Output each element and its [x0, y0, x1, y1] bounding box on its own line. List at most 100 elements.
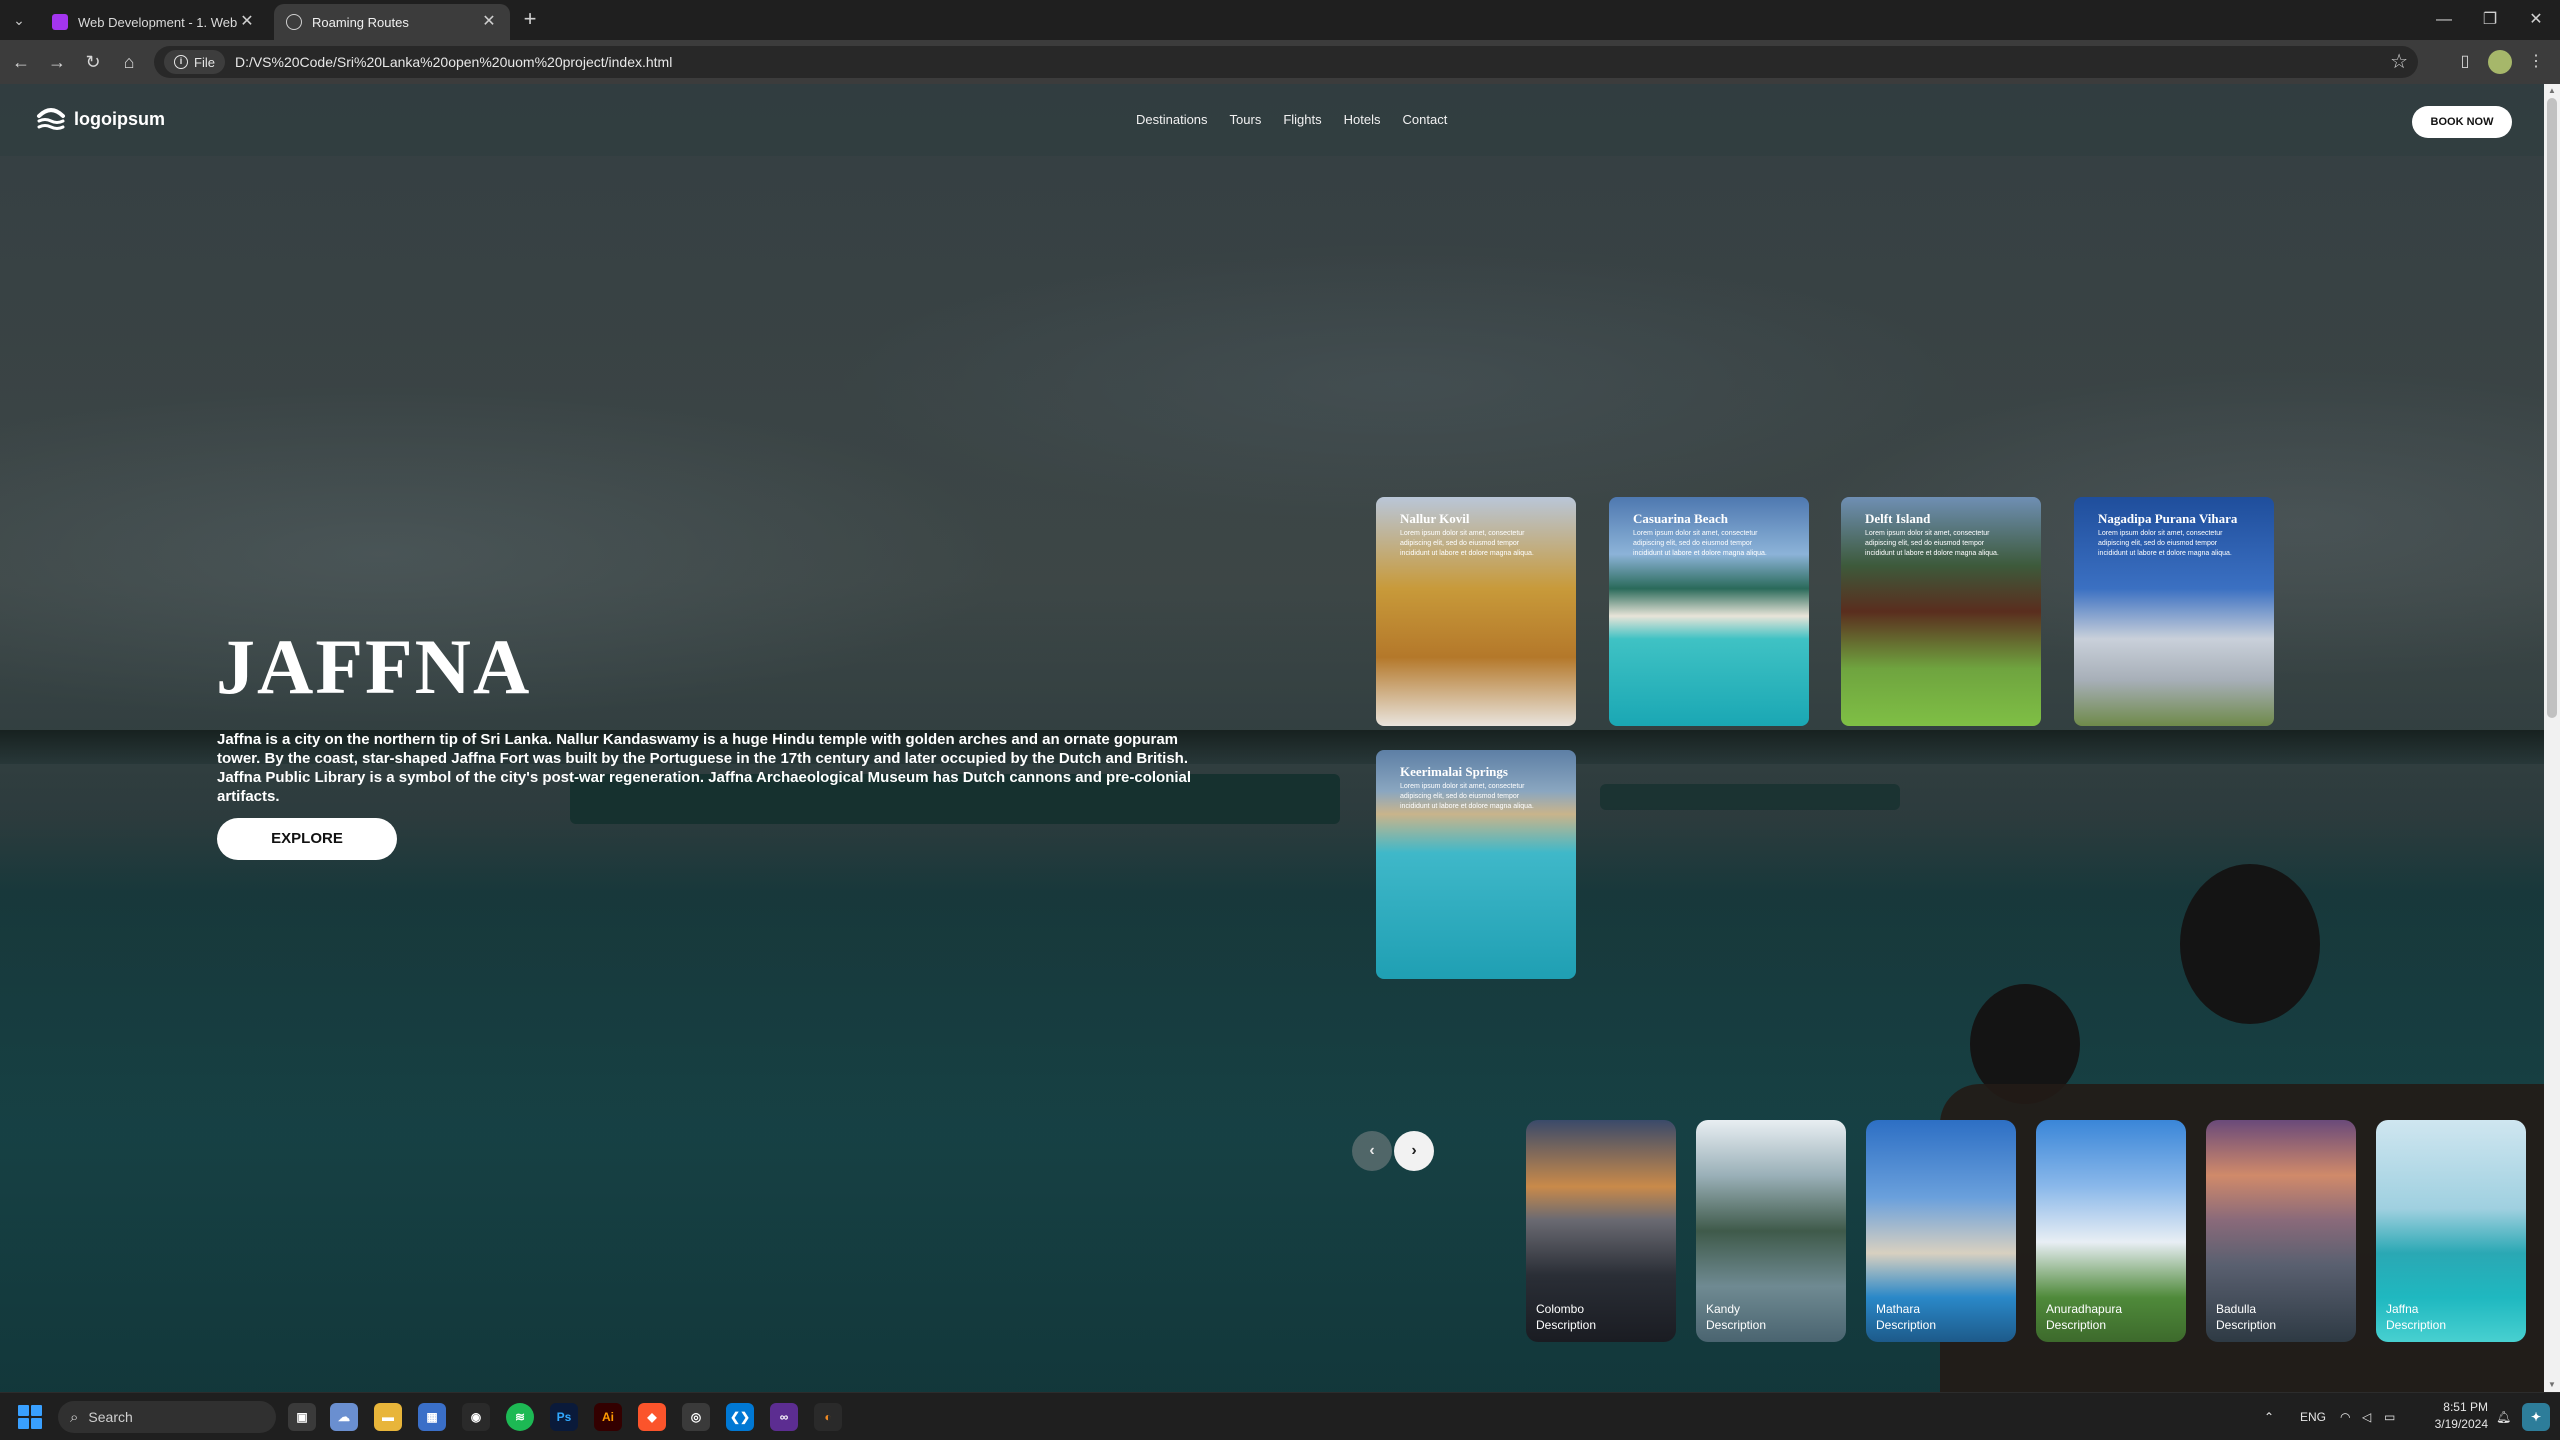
illustrator-icon[interactable]: Ai	[594, 1403, 622, 1431]
destination-card-mathara[interactable]: Mathara Description	[1866, 1120, 2016, 1342]
task-view-icon[interactable]: ▣	[288, 1403, 316, 1431]
volume-icon[interactable]: ◁	[2362, 1407, 2371, 1427]
attraction-text: Lorem ipsum dolor sit amet, consectetur …	[1400, 530, 1534, 557]
destination-card-anuradhapura[interactable]: Anuradhapura Description	[2036, 1120, 2186, 1342]
hero-description: Jaffna is a city on the northern tip of …	[217, 731, 1192, 805]
destination-name: Jaffna	[2386, 1302, 2419, 1316]
microsoft-store-icon[interactable]: ▦	[418, 1403, 446, 1431]
attraction-card-delft-island[interactable]: Delft Island Lorem ipsum dolor sit amet,…	[1841, 497, 2041, 726]
url-text[interactable]: D:/VS%20Code/Sri%20Lanka%20open%20uom%20…	[235, 54, 672, 70]
destination-description: Description	[1706, 1318, 1767, 1332]
page-viewport: logoipsum Destinations Tours Flights Hot…	[0, 84, 2544, 1392]
tab-search-chevron-icon[interactable]: ⌄	[6, 8, 32, 32]
attraction-card-keerimalai-springs[interactable]: Keerimalai Springs Lorem ipsum dolor sit…	[1376, 750, 1576, 979]
explore-button[interactable]: EXPLORE	[217, 818, 397, 860]
taskbar-search[interactable]: ⌕ Search	[58, 1401, 276, 1433]
nav-link-tours[interactable]: Tours	[1230, 112, 1262, 127]
tab-label: Web Development - 1. Web De	[78, 14, 238, 30]
taskbar-search-placeholder: Search	[88, 1409, 133, 1425]
destination-description: Description	[2046, 1318, 2107, 1332]
address-bar[interactable]: i File D:/VS%20Code/Sri%20Lanka%20open%2…	[154, 46, 2418, 78]
info-icon: i	[174, 55, 188, 69]
site-info-chip[interactable]: i File	[164, 50, 225, 74]
browser-toolbar: ← → ↻ ⌂ i File D:/VS%20Code/Sri%20Lanka%…	[0, 40, 2560, 84]
spotify-icon[interactable]: ≋	[506, 1403, 534, 1431]
windows-start-icon[interactable]	[18, 1405, 42, 1429]
chrome-icon[interactable]: ◎	[682, 1403, 710, 1431]
vscode-icon[interactable]: ❮❯	[726, 1403, 754, 1431]
close-tab-icon[interactable]: ✕	[480, 13, 498, 31]
windows-taskbar: ⌕ Search ▣ ☁ ▬ ▦ ◉ ≋ Ps Ai ◆ ◎ ❮❯ ∞ ◐ ⌃ …	[0, 1392, 2560, 1440]
notification-bell-icon[interactable]: 🔔︎	[2496, 1407, 2511, 1427]
taskbar-clock[interactable]: 8:51 PM 3/19/2024	[2424, 1399, 2488, 1433]
attraction-text: Lorem ipsum dolor sit amet, consectetur …	[1865, 530, 1999, 557]
close-tab-icon[interactable]: ✕	[238, 13, 256, 31]
nav-link-contact[interactable]: Contact	[1403, 112, 1448, 127]
photoshop-icon[interactable]: Ps	[550, 1403, 578, 1431]
forward-icon[interactable]: →	[44, 49, 70, 75]
obs-icon[interactable]: ◉	[462, 1403, 490, 1431]
globe-favicon-icon	[286, 14, 302, 30]
side-panel-icon[interactable]: ▯	[2453, 50, 2477, 74]
person-silhouette-image	[2180, 864, 2320, 1024]
site-info-label: File	[194, 54, 215, 70]
destination-card-colombo[interactable]: Colombo Description	[1526, 1120, 1676, 1342]
attraction-title: Casuarina Beach	[1633, 511, 1728, 526]
widgets-icon[interactable]: ☁	[330, 1403, 358, 1431]
tab-roaming-routes[interactable]: Roaming Routes ✕	[274, 4, 510, 40]
reload-icon[interactable]: ↻	[80, 49, 106, 75]
attraction-title: Keerimalai Springs	[1400, 764, 1508, 779]
clock-date: 3/19/2024	[2434, 1417, 2488, 1431]
new-tab-button[interactable]: +	[518, 8, 542, 32]
language-indicator[interactable]: ENG	[2300, 1407, 2326, 1427]
browser-tabstrip: ⌄ Web Development - 1. Web De ✕ Roaming …	[0, 0, 2560, 40]
destination-card-jaffna[interactable]: Jaffna Description	[2376, 1120, 2526, 1342]
destination-description: Description	[2216, 1318, 2277, 1332]
logo-text: logoipsum	[74, 108, 165, 129]
home-icon[interactable]: ⌂	[116, 49, 142, 75]
browser-menu-icon[interactable]: ⋮	[2524, 50, 2548, 74]
visual-studio-icon[interactable]: ∞	[770, 1403, 798, 1431]
copilot-icon[interactable]: ✦	[2522, 1403, 2550, 1431]
destination-card-kandy[interactable]: Kandy Description	[1696, 1120, 1846, 1342]
book-now-button[interactable]: BOOK NOW	[2412, 106, 2512, 138]
tab-label: Roaming Routes	[312, 14, 409, 30]
scroll-up-icon[interactable]: ▲	[2544, 84, 2560, 98]
attraction-text: Lorem ipsum dolor sit amet, consectetur …	[2098, 530, 2232, 557]
attraction-card-nallur-kovil[interactable]: Nallur Kovil Lorem ipsum dolor sit amet,…	[1376, 497, 1576, 726]
attraction-title: Nagadipa Purana Vihara	[2098, 511, 2238, 526]
blender-icon[interactable]: ◐	[814, 1403, 842, 1431]
brave-browser-icon[interactable]: ◆	[638, 1403, 666, 1431]
nav-link-destinations[interactable]: Destinations	[1136, 112, 1208, 127]
page-scrollbar[interactable]: ▲ ▼	[2544, 84, 2560, 1392]
udemy-favicon-icon	[52, 14, 68, 30]
restore-window-icon[interactable]: ❐	[2470, 6, 2510, 34]
attraction-card-nagadipa-purana-vihara[interactable]: Nagadipa Purana Vihara Lorem ipsum dolor…	[2074, 497, 2274, 726]
scroll-down-icon[interactable]: ▼	[2544, 1378, 2560, 1392]
slider-next-button[interactable]: ›	[1394, 1131, 1434, 1171]
hero-title: JAFFNA	[216, 623, 532, 710]
scroll-thumb[interactable]	[2547, 98, 2557, 718]
main-nav: Destinations Tours Flights Hotels Contac…	[1136, 112, 1447, 127]
slider-prev-button[interactable]: ‹	[1352, 1131, 1392, 1171]
minimize-window-icon[interactable]: —	[2424, 6, 2464, 34]
bookmark-star-icon[interactable]: ☆	[2390, 50, 2408, 74]
destination-description: Description	[2386, 1318, 2447, 1332]
site-header: logoipsum Destinations Tours Flights Hot…	[0, 84, 2544, 156]
tray-overflow-chevron-icon[interactable]: ⌃	[2264, 1407, 2274, 1427]
file-explorer-icon[interactable]: ▬	[374, 1403, 402, 1431]
battery-icon[interactable]: ▭	[2384, 1407, 2395, 1427]
tab-web-development[interactable]: Web Development - 1. Web De ✕	[40, 4, 268, 40]
nav-link-flights[interactable]: Flights	[1283, 112, 1321, 127]
destination-name: Colombo	[1536, 1302, 1585, 1316]
profile-avatar[interactable]	[2488, 50, 2512, 74]
attraction-card-casuarina-beach[interactable]: Casuarina Beach Lorem ipsum dolor sit am…	[1609, 497, 1809, 726]
wifi-icon[interactable]: ◠	[2340, 1407, 2350, 1427]
close-window-icon[interactable]: ✕	[2516, 6, 2556, 34]
site-logo[interactable]: logoipsum	[36, 106, 165, 132]
nav-link-hotels[interactable]: Hotels	[1344, 112, 1381, 127]
logo-waves-icon	[37, 108, 65, 130]
back-icon[interactable]: ←	[8, 49, 34, 75]
destination-card-badulla[interactable]: Badulla Description	[2206, 1120, 2356, 1342]
search-icon: ⌕	[70, 1408, 79, 1426]
